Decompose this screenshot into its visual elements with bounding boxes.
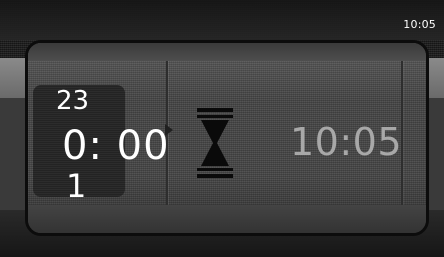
picker-previous-value[interactable]: 23 [56,86,89,116]
status-clock: 10:05 [403,18,436,31]
top-band [0,0,444,40]
hourglass-icon [197,108,233,178]
picker-current-value[interactable]: 0: 00 [62,124,170,168]
panel-bottom-strip [28,205,426,233]
picker-next-value[interactable]: 1 [66,168,86,204]
end-time-label: 10:05 [290,120,403,164]
picker-arrow-icon [165,124,173,136]
panel-top-strip [28,43,426,61]
